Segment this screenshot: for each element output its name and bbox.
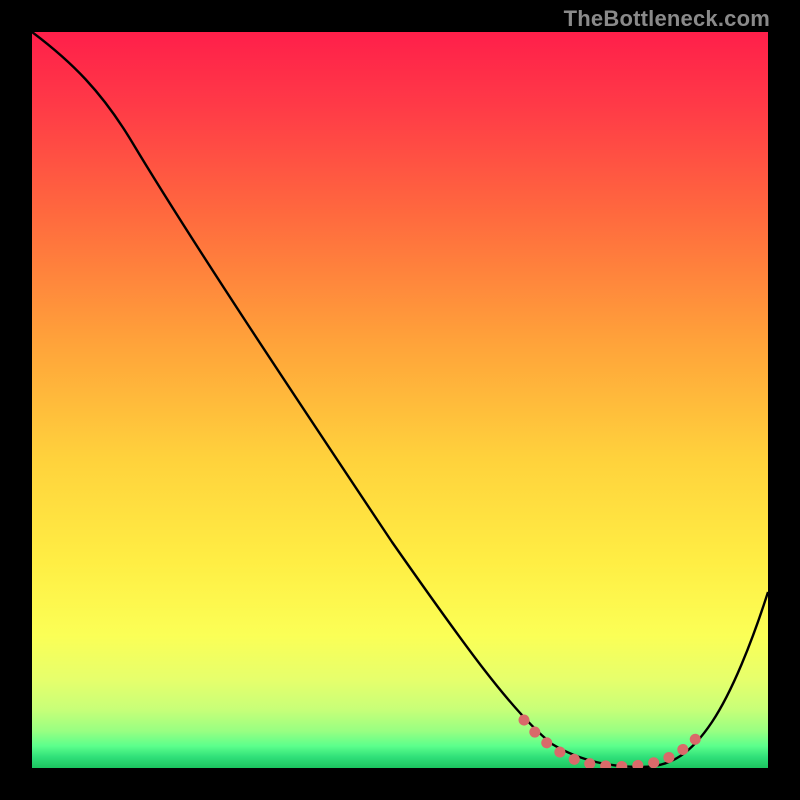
curve-layer bbox=[32, 32, 768, 768]
chart-frame: TheBottleneck.com bbox=[0, 0, 800, 800]
trough-highlight bbox=[524, 720, 704, 767]
bottleneck-curve bbox=[32, 32, 768, 767]
watermark-text: TheBottleneck.com bbox=[564, 6, 770, 32]
plot-area bbox=[32, 32, 768, 768]
